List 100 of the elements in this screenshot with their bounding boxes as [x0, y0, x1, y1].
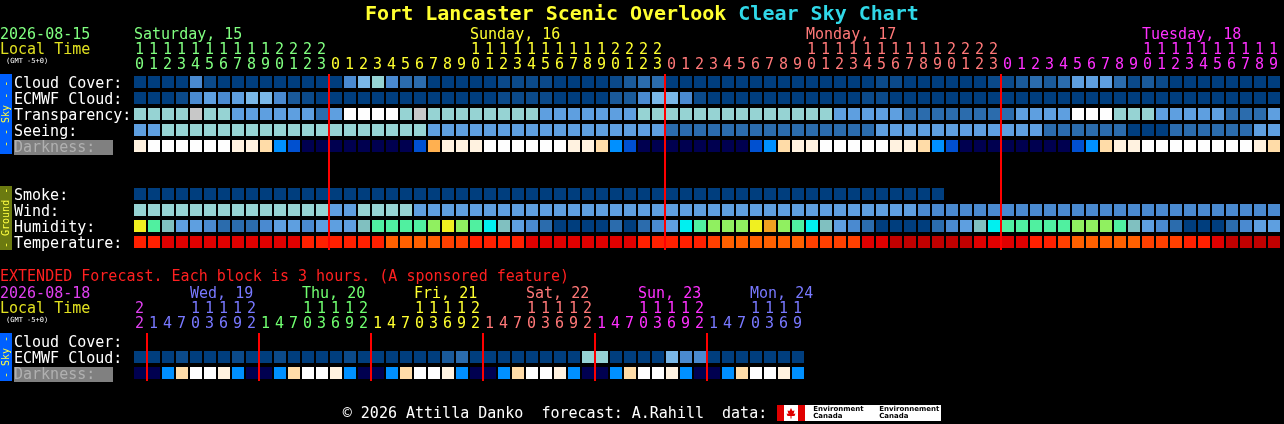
- hour-digit: 4: [862, 57, 872, 72]
- hour-digit: 1: [526, 301, 536, 316]
- hour-digit: 3: [848, 57, 858, 72]
- hour-digit: 3: [652, 57, 662, 72]
- day-label: Tuesday, 18: [1142, 27, 1242, 42]
- row-label: Smoke:: [14, 187, 69, 203]
- row-label: Humidity:: [14, 219, 96, 235]
- hour-digit: 3: [316, 57, 326, 72]
- day-label: Saturday, 15: [134, 27, 243, 42]
- hour-digit: 1: [540, 42, 550, 57]
- hour-digit: 2: [302, 42, 312, 57]
- hour-digit: 7: [512, 316, 522, 331]
- hour-digit: 6: [666, 316, 676, 331]
- hour-digit: 5: [540, 57, 550, 72]
- section-label: - Ground -: [0, 186, 12, 250]
- hour-digit: 1: [485, 42, 494, 57]
- hour-digit: 9: [792, 316, 802, 331]
- hour-digit: 1: [765, 301, 774, 316]
- hour-digit: 1: [470, 42, 480, 57]
- site-title: Fort Lancaster Scenic Overlook: [365, 1, 727, 25]
- hour-digit: 7: [176, 316, 186, 331]
- day-label: Mon, 24: [750, 286, 814, 301]
- hour-digit: 2: [610, 42, 620, 57]
- hour-digit: 8: [246, 57, 256, 72]
- hour-digit: 7: [428, 57, 438, 72]
- hour-digit: 2: [498, 57, 508, 72]
- hour-digit: 8: [1254, 57, 1264, 72]
- hour-digit: 1: [191, 301, 200, 316]
- hour-digit: 4: [162, 316, 172, 331]
- hour-digit: 0: [470, 57, 480, 72]
- hour-digit: 0: [1002, 57, 1012, 72]
- hour-digit: 2: [246, 316, 256, 331]
- hour-digit: 2: [358, 57, 368, 72]
- hour-digit: 1: [849, 42, 858, 57]
- chart-title: Clear Sky Chart: [738, 1, 919, 25]
- local-time-label: Local Time: [0, 42, 91, 57]
- hour-digit: 1: [680, 301, 690, 316]
- hour-digit: 7: [1100, 57, 1110, 72]
- hour-digit: 1: [1226, 42, 1236, 57]
- hour-digit: 1: [232, 42, 242, 57]
- day-label: Monday, 17: [806, 27, 897, 42]
- hour-digit: 1: [1254, 42, 1264, 57]
- hour-digit: 1: [918, 42, 928, 57]
- hour-digit: 0: [526, 316, 536, 331]
- hour-digit: 1: [372, 316, 382, 331]
- hour-digit: 3: [204, 316, 214, 331]
- hour-digit: 0: [134, 57, 144, 72]
- hour-digit: 1: [205, 42, 214, 57]
- hour-digit: 6: [890, 57, 900, 72]
- hour-digit: 7: [624, 316, 634, 331]
- hour-digit: 1: [596, 42, 606, 57]
- hour-digit: 6: [330, 316, 340, 331]
- hour-digit: 1: [232, 301, 242, 316]
- hour-digit: 4: [722, 316, 732, 331]
- hour-digit: 2: [358, 301, 368, 316]
- hour-digit: 4: [274, 316, 284, 331]
- hour-digit: 1: [1268, 42, 1278, 57]
- hour-digit: 3: [512, 57, 522, 72]
- hour-digit: 2: [988, 42, 998, 57]
- hour-digit: 1: [960, 57, 970, 72]
- hour-digit: 8: [582, 57, 592, 72]
- date-label: 2026-08-18: [0, 286, 91, 301]
- hour-digit: 2: [694, 316, 704, 331]
- hour-digit: 0: [638, 316, 648, 331]
- hour-digit: 1: [191, 42, 200, 57]
- hour-digit: 6: [414, 57, 424, 72]
- hour-digit: 7: [400, 316, 410, 331]
- hour-digit: 1: [1199, 42, 1208, 57]
- hour-digit: 1: [429, 301, 438, 316]
- hour-digit: 1: [1240, 42, 1250, 57]
- hour-digit: 1: [260, 316, 270, 331]
- hour-digit: 0: [610, 57, 620, 72]
- hour-digit: 0: [274, 57, 284, 72]
- hour-digit: 6: [554, 57, 564, 72]
- hour-digit: 6: [1226, 57, 1236, 72]
- hour-digit: 2: [316, 42, 326, 57]
- credit-text: © 2026 Attilla Danko forecast: A.Rahill data:: [342, 404, 768, 422]
- hour-digit: 8: [442, 57, 452, 72]
- hour-digit: 1: [779, 301, 788, 316]
- hour-digit: 4: [1198, 57, 1208, 72]
- hour-digit: 2: [246, 301, 256, 316]
- hour-digit: 1: [513, 42, 522, 57]
- hour-digit: 1: [218, 42, 228, 57]
- hour-digit: 2: [302, 57, 312, 72]
- hour-digit: 4: [526, 57, 536, 72]
- hour-digit: 9: [568, 316, 578, 331]
- hour-digit: 7: [1240, 57, 1250, 72]
- hour-digit: 8: [1114, 57, 1124, 72]
- hour-digit: 6: [778, 316, 788, 331]
- hour-digit: 3: [764, 316, 774, 331]
- hour-digit: 2: [946, 42, 956, 57]
- hour-digit: 9: [680, 316, 690, 331]
- hour-digit: 0: [666, 57, 676, 72]
- row-label: Cloud Cover:: [14, 334, 123, 350]
- hour-digit: 1: [1185, 42, 1194, 57]
- hour-digit: 9: [344, 316, 354, 331]
- local-time-label: Local Time: [0, 301, 91, 316]
- section-label: - Sky -: [0, 333, 12, 381]
- hour-digit: 0: [330, 57, 340, 72]
- hour-digit: 1: [554, 42, 564, 57]
